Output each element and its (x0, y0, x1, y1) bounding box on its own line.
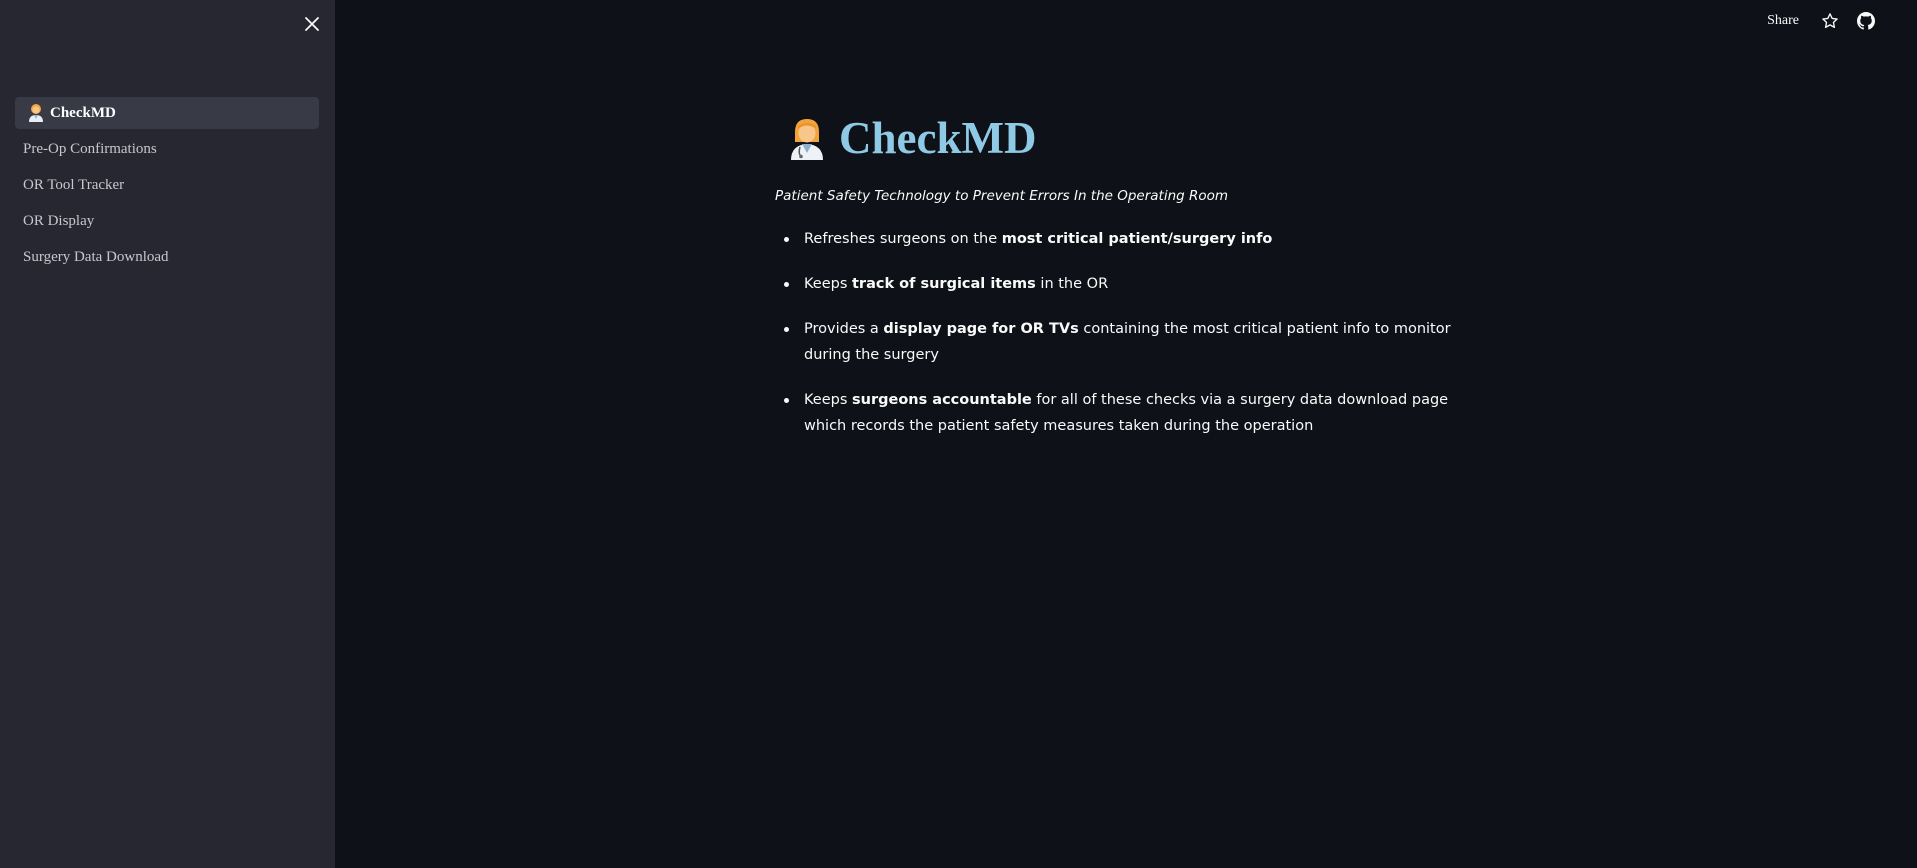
sidebar-item-label: OR Display (23, 212, 95, 229)
list-item: Keeps track of surgical items in the OR (784, 271, 1475, 297)
list-item: Refreshes surgeons on the most critical … (784, 226, 1475, 252)
sidebar: CheckMD Pre-Op Confirmations OR Tool Tra… (0, 0, 335, 868)
github-icon[interactable] (1855, 10, 1877, 32)
page-subtitle: Patient Safety Technology to Prevent Err… (775, 188, 1229, 204)
doctor-emoji-icon (26, 103, 46, 123)
sidebar-item-or-tool-tracker[interactable]: OR Tool Tracker (15, 169, 319, 201)
sidebar-item-pre-op-confirmations[interactable]: Pre-Op Confirmations (15, 133, 319, 165)
main-content: CheckMD Patient Safety Technology to Pre… (775, 110, 1475, 458)
sidebar-item-or-display[interactable]: OR Display (15, 205, 319, 237)
top-toolbar: Share (1767, 0, 1917, 42)
sidebar-item-surgery-data-download[interactable]: Surgery Data Download (15, 241, 319, 273)
star-icon[interactable] (1819, 10, 1841, 32)
sidebar-item-label: OR Tool Tracker (23, 176, 125, 193)
page-title-text: CheckMD (839, 113, 1037, 163)
close-sidebar-button[interactable] (300, 12, 324, 36)
doctor-emoji-icon (787, 116, 827, 160)
sidebar-item-label: CheckMD (50, 104, 116, 121)
page-title: CheckMD (787, 110, 1475, 166)
close-icon (305, 17, 319, 31)
sidebar-item-label: Pre-Op Confirmations (23, 140, 157, 157)
list-item: Keeps surgeons accountable for all of th… (784, 387, 1475, 439)
sidebar-nav: CheckMD Pre-Op Confirmations OR Tool Tra… (15, 97, 319, 277)
sidebar-item-checkmd[interactable]: CheckMD (15, 97, 319, 129)
share-button[interactable]: Share (1767, 13, 1799, 29)
feature-list: Refreshes surgeons on the most critical … (775, 226, 1475, 439)
list-item: Provides a display page for OR TVs conta… (784, 316, 1475, 368)
sidebar-item-label: Surgery Data Download (23, 248, 169, 265)
